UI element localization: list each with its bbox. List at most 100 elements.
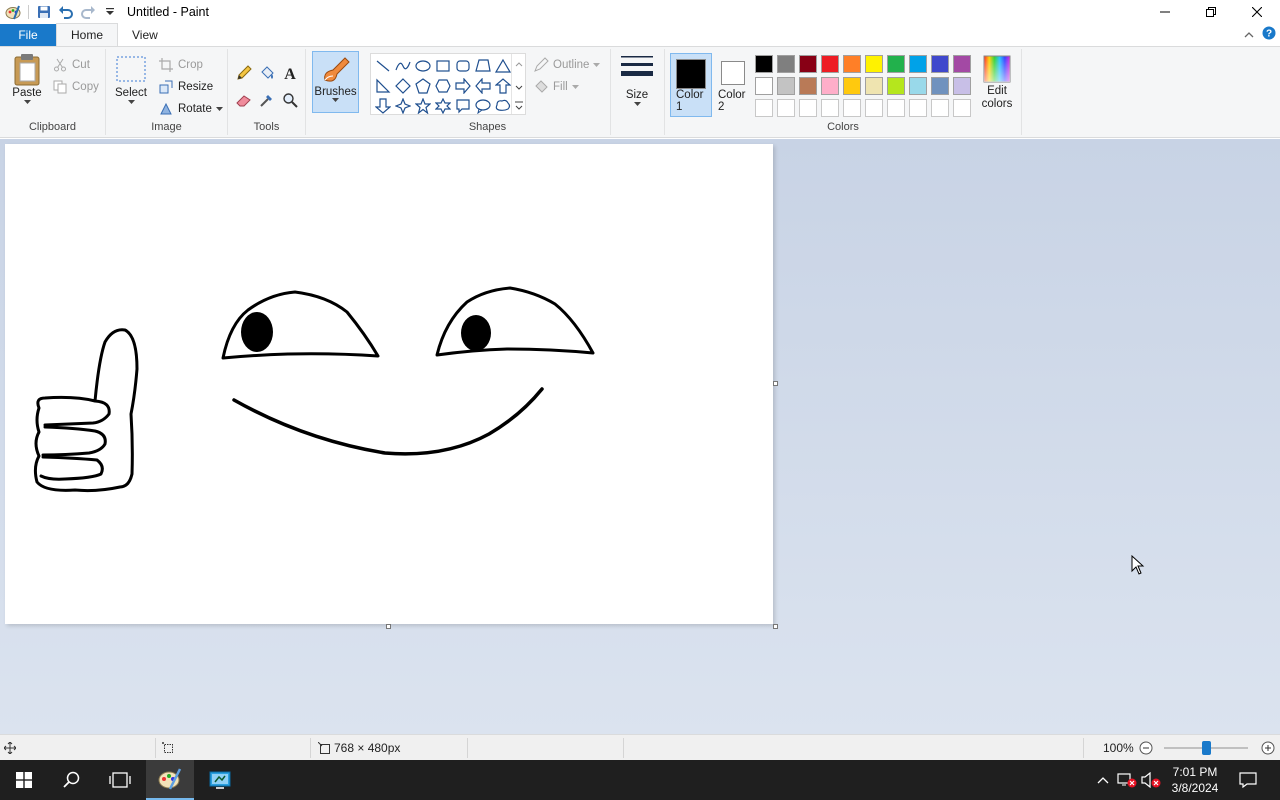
down-arrow-shape-icon[interactable]: [373, 96, 393, 116]
custom-color-slot[interactable]: [953, 99, 971, 117]
rotate-button[interactable]: Rotate: [158, 99, 223, 119]
brushes-button[interactable]: Brushes: [312, 51, 359, 113]
shapes-scroll[interactable]: [511, 54, 525, 114]
search-button[interactable]: [48, 760, 96, 800]
palette-swatch[interactable]: [887, 77, 905, 95]
custom-color-slot[interactable]: [909, 99, 927, 117]
palette-swatch[interactable]: [843, 77, 861, 95]
palette-swatch[interactable]: [777, 55, 795, 73]
curve-shape-icon[interactable]: [393, 56, 413, 76]
custom-color-slot[interactable]: [931, 99, 949, 117]
magnifier-icon[interactable]: [279, 89, 301, 111]
triangle-shape-icon[interactable]: [493, 56, 513, 76]
rounded-callout-shape-icon[interactable]: [453, 96, 473, 116]
palette-swatch[interactable]: [953, 77, 971, 95]
copy-button[interactable]: Copy: [52, 77, 99, 97]
right-triangle-shape-icon[interactable]: [373, 76, 393, 96]
save-icon[interactable]: [33, 1, 55, 23]
custom-color-slot[interactable]: [777, 99, 795, 117]
restore-button[interactable]: [1188, 0, 1234, 24]
taskbar-paint-button[interactable]: [146, 760, 194, 800]
text-icon[interactable]: A: [279, 62, 301, 84]
palette-swatch[interactable]: [755, 77, 773, 95]
select-button[interactable]: Select: [112, 55, 150, 105]
custom-color-slot[interactable]: [755, 99, 773, 117]
palette-swatch[interactable]: [931, 77, 949, 95]
custom-color-slot[interactable]: [843, 99, 861, 117]
six-point-star-shape-icon[interactable]: [433, 96, 453, 116]
task-view-button[interactable]: [96, 760, 144, 800]
palette-swatch[interactable]: [777, 77, 795, 95]
paste-button[interactable]: Paste: [8, 53, 46, 105]
resize-button[interactable]: Resize: [158, 77, 213, 97]
palette-swatch[interactable]: [821, 77, 839, 95]
action-center-button[interactable]: [1234, 760, 1262, 800]
palette-swatch[interactable]: [953, 55, 971, 73]
tab-view[interactable]: View: [118, 24, 172, 46]
palette-swatch[interactable]: [865, 55, 883, 73]
show-hidden-icons-button[interactable]: [1094, 760, 1112, 800]
right-arrow-shape-icon[interactable]: [453, 76, 473, 96]
minimize-button[interactable]: [1142, 0, 1188, 24]
volume-button[interactable]: [1140, 760, 1162, 800]
tab-home[interactable]: Home: [56, 23, 119, 46]
start-button[interactable]: [0, 760, 48, 800]
canvas-resize-handle-bottom[interactable]: [386, 624, 391, 629]
outline-button[interactable]: Outline: [533, 55, 601, 75]
taskbar-remote-app-button[interactable]: [196, 760, 244, 800]
color-picker-icon[interactable]: [256, 89, 278, 111]
line-shape-icon[interactable]: [373, 56, 393, 76]
drawing-canvas[interactable]: [5, 144, 773, 624]
palette-swatch[interactable]: [865, 77, 883, 95]
zoom-out-button[interactable]: [1139, 735, 1153, 761]
hexagon-shape-icon[interactable]: [433, 76, 453, 96]
tab-file[interactable]: File: [0, 24, 56, 46]
oval-callout-shape-icon[interactable]: [473, 96, 493, 116]
network-status-button[interactable]: [1116, 760, 1138, 800]
collapse-ribbon-icon[interactable]: [1244, 28, 1254, 42]
pencil-icon[interactable]: [233, 62, 255, 84]
color1-button[interactable]: Color 1: [670, 53, 712, 117]
custom-color-slot[interactable]: [821, 99, 839, 117]
polygon-shape-icon[interactable]: [473, 56, 493, 76]
palette-swatch[interactable]: [887, 55, 905, 73]
pentagon-shape-icon[interactable]: [413, 76, 433, 96]
crop-button[interactable]: Crop: [158, 55, 203, 75]
customize-toolbar-icon[interactable]: [99, 1, 121, 23]
redo-icon[interactable]: [77, 1, 99, 23]
five-point-star-shape-icon[interactable]: [413, 96, 433, 116]
four-point-star-shape-icon[interactable]: [393, 96, 413, 116]
up-arrow-shape-icon[interactable]: [493, 76, 513, 96]
edit-colors-button[interactable]: Edit colors: [977, 55, 1017, 111]
size-button[interactable]: Size: [616, 53, 658, 107]
diamond-shape-icon[interactable]: [393, 76, 413, 96]
canvas-resize-handle-right[interactable]: [773, 381, 778, 386]
palette-swatch[interactable]: [909, 77, 927, 95]
help-icon[interactable]: ?: [1262, 26, 1276, 43]
eraser-icon[interactable]: [233, 89, 255, 111]
fill-button[interactable]: Fill: [533, 77, 579, 97]
close-button[interactable]: [1234, 0, 1280, 24]
oval-shape-icon[interactable]: [413, 56, 433, 76]
undo-icon[interactable]: [55, 1, 77, 23]
fill-bucket-icon[interactable]: [256, 62, 278, 84]
rectangle-shape-icon[interactable]: [433, 56, 453, 76]
paint-app-icon[interactable]: [2, 1, 24, 23]
palette-swatch[interactable]: [799, 55, 817, 73]
zoom-slider-thumb[interactable]: [1202, 741, 1211, 755]
palette-swatch[interactable]: [843, 55, 861, 73]
canvas-resize-handle-corner[interactable]: [773, 624, 778, 629]
taskbar-clock[interactable]: 7:01 PM 3/8/2024: [1162, 764, 1228, 796]
palette-swatch[interactable]: [799, 77, 817, 95]
rounded-rectangle-shape-icon[interactable]: [453, 56, 473, 76]
cloud-callout-shape-icon[interactable]: [493, 96, 513, 116]
palette-swatch[interactable]: [909, 55, 927, 73]
custom-color-slot[interactable]: [865, 99, 883, 117]
custom-color-slot[interactable]: [887, 99, 905, 117]
cut-button[interactable]: Cut: [52, 55, 90, 75]
custom-color-slot[interactable]: [799, 99, 817, 117]
palette-swatch[interactable]: [755, 55, 773, 73]
palette-swatch[interactable]: [931, 55, 949, 73]
zoom-in-button[interactable]: [1261, 735, 1275, 761]
palette-swatch[interactable]: [821, 55, 839, 73]
